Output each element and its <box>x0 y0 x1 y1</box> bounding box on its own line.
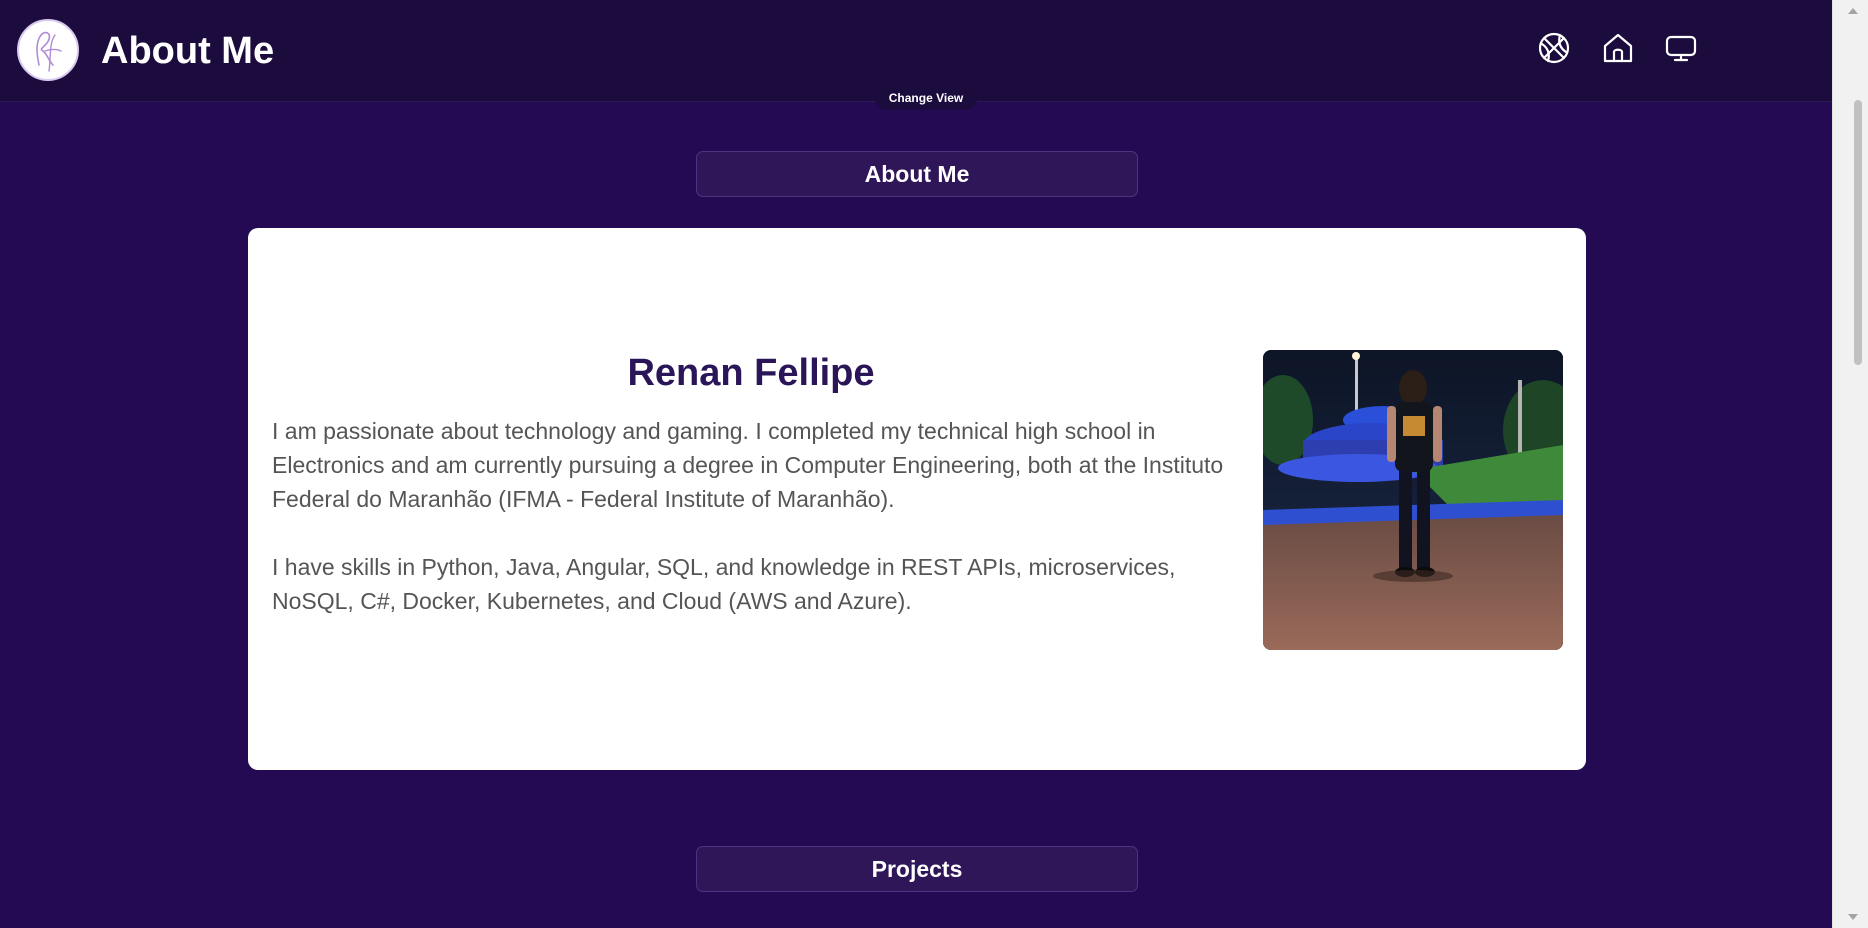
basketball-icon[interactable] <box>1536 30 1572 66</box>
bio-text: I am passionate about technology and gam… <box>272 414 1230 652</box>
top-bar: About Me <box>0 0 1832 102</box>
vertical-scrollbar[interactable] <box>1832 0 1868 928</box>
scroll-up-icon[interactable] <box>1848 8 1858 14</box>
scrollbar-thumb[interactable] <box>1854 100 1862 365</box>
scroll-down-icon[interactable] <box>1848 914 1858 920</box>
page: About Me Change View About Me Renan Fell… <box>0 0 1868 928</box>
home-icon[interactable] <box>1600 30 1636 66</box>
about-me-heading: About Me <box>696 151 1138 197</box>
projects-heading: Projects <box>696 846 1138 892</box>
bio-paragraph: I am passionate about technology and gam… <box>272 418 1224 512</box>
person-name: Renan Fellipe <box>627 352 875 394</box>
signature-logo-icon[interactable] <box>17 19 79 81</box>
monitor-icon[interactable] <box>1663 30 1699 66</box>
change-view-tab[interactable]: Change View <box>874 88 978 110</box>
about-card: Renan Fellipe I am passionate about tech… <box>248 228 1586 770</box>
bio-paragraph: I have skills in Python, Java, Angular, … <box>272 554 1176 614</box>
profile-photo <box>1263 350 1563 650</box>
page-title: About Me <box>101 30 275 72</box>
